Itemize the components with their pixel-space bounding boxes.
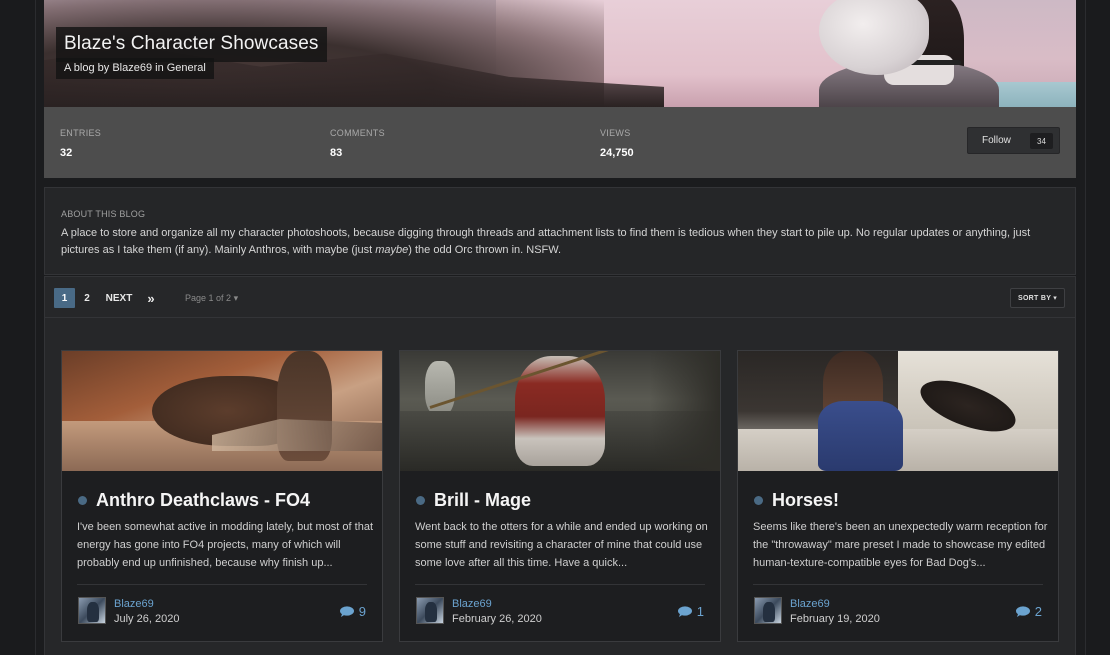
entry-cover-image[interactable] [400, 351, 720, 471]
page-jump-dropdown[interactable]: Page 1 of 2 ▾ [185, 293, 238, 304]
author-avatar[interactable] [78, 597, 106, 624]
comment-count[interactable]: 1 [677, 604, 704, 619]
comment-count[interactable]: 9 [339, 604, 366, 619]
unread-dot-icon [78, 496, 87, 505]
entry-title[interactable]: Horses! [772, 490, 839, 511]
author-link[interactable]: Blaze69 [114, 598, 154, 610]
about-this-blog: ABOUT THIS BLOG A place to store and org… [44, 187, 1076, 275]
comment-count[interactable]: 2 [1015, 604, 1042, 619]
follow-button[interactable]: Follow 34 [967, 127, 1060, 154]
sort-by-label: SORT BY [1017, 294, 1052, 302]
stat-comments-label: COMMENTS [330, 128, 385, 138]
author-link[interactable]: Blaze69 [452, 598, 492, 610]
blog-entries-grid: Anthro Deathclaws - FO4 I've been somewh… [44, 318, 1076, 655]
entry-title[interactable]: Brill - Mage [434, 490, 531, 511]
about-heading: ABOUT THIS BLOG [61, 209, 146, 219]
blog-title-box: Blaze's Character Showcases [56, 27, 327, 62]
entry-card[interactable]: Brill - Mage Went back to the otters for… [399, 350, 721, 642]
author-avatar[interactable] [416, 597, 444, 624]
unread-dot-icon [754, 496, 763, 505]
page-2-button[interactable]: 2 [80, 288, 94, 308]
follow-label: Follow [982, 135, 1011, 146]
comment-count-value: 9 [358, 604, 366, 619]
entry-date: July 26, 2020 [114, 613, 180, 625]
right-gutter [1085, 0, 1110, 655]
stat-entries: ENTRIES 32 [60, 128, 101, 159]
comment-count-value: 2 [1034, 604, 1042, 619]
blog-stats-bar: ENTRIES 32 COMMENTS 83 VIEWS 24,750 Foll… [44, 107, 1076, 178]
entry-cover-image[interactable] [62, 351, 382, 471]
left-gutter [0, 0, 36, 655]
stat-comments-value: 83 [330, 147, 343, 159]
caret-down-icon: ▾ [1053, 295, 1058, 302]
entry-snippet: Went back to the otters for a while and … [415, 521, 708, 569]
follower-count-badge: 34 [1030, 133, 1053, 149]
blog-subtitle[interactable]: A blog by Blaze69 in General [56, 58, 214, 79]
about-text: A place to store and organize all my cha… [61, 227, 1031, 256]
blog-container: Blaze's Character Showcases A blog by Bl… [44, 0, 1076, 655]
divider [415, 584, 705, 585]
stat-entries-value: 32 [60, 147, 73, 159]
comment-bubble-icon [677, 606, 692, 617]
comment-count-value: 1 [696, 604, 704, 619]
stat-entries-label: ENTRIES [60, 128, 102, 138]
page-1-button[interactable]: 1 [54, 288, 75, 308]
comment-bubble-icon [339, 606, 354, 617]
stat-views-label: VIEWS [600, 128, 631, 138]
entry-date: February 26, 2020 [452, 613, 542, 625]
divider [753, 584, 1043, 585]
entry-snippet: I've been somewhat active in modding lat… [77, 521, 374, 569]
author-avatar[interactable] [754, 597, 782, 624]
stat-views-value: 24,750 [600, 147, 634, 159]
blog-title: Blaze's Character Showcases [64, 33, 319, 54]
comment-bubble-icon [1015, 606, 1030, 617]
entry-date: February 19, 2020 [790, 613, 880, 625]
page-of-label: Page 1 of 2 [185, 293, 232, 303]
blog-cover-banner: Blaze's Character Showcases A blog by Bl… [44, 0, 1076, 107]
unread-dot-icon [416, 496, 425, 505]
caret-down-icon: ▾ [233, 293, 239, 303]
entry-snippet: Seems like there's been an unexpectedly … [753, 521, 1048, 569]
cover-character-image [789, 0, 1009, 107]
entry-card[interactable]: Horses! Seems like there's been an unexp… [737, 350, 1059, 642]
divider [77, 584, 367, 585]
entry-cover-image[interactable] [738, 351, 1058, 471]
entry-card[interactable]: Anthro Deathclaws - FO4 I've been somewh… [61, 350, 383, 642]
pagination-bar: 1 2 NEXT » Page 1 of 2 ▾ SORT BY ▾ [44, 276, 1076, 318]
stat-views: VIEWS 24,750 [600, 128, 634, 159]
author-link[interactable]: Blaze69 [790, 598, 830, 610]
entry-title[interactable]: Anthro Deathclaws - FO4 [96, 490, 310, 511]
stat-comments: COMMENTS 83 [330, 128, 385, 159]
next-page-button[interactable]: NEXT [105, 288, 133, 308]
double-chevron-right-icon[interactable]: » [144, 288, 158, 308]
sort-by-button[interactable]: SORT BY ▾ [1010, 288, 1065, 308]
